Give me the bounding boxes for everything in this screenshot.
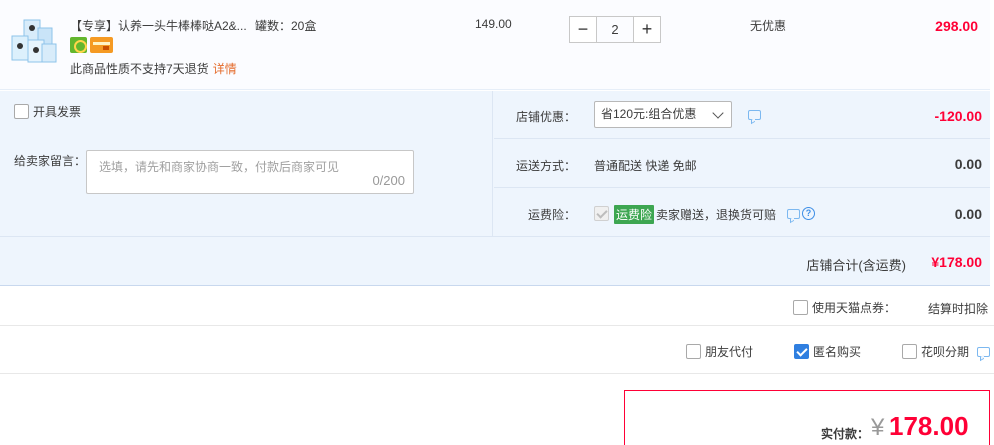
shop-total-label: 店铺合计(含运费) bbox=[806, 258, 906, 273]
insurance-row: 运费险： 运费险 卖家赠送，退换货可赔 ? 0.00 bbox=[494, 189, 990, 236]
friend-pay-checkbox[interactable] bbox=[686, 344, 701, 359]
payment-label: 实付款： bbox=[821, 427, 870, 441]
payment-amount: 178.00 bbox=[889, 411, 969, 441]
payment-summary: 实付款： ¥ 178.00 bbox=[624, 390, 990, 445]
tmall-badge-icon bbox=[70, 37, 87, 53]
seller-message-input[interactable]: 选填，请先和商家协商一致，付款后商家可见 0/200 bbox=[86, 150, 414, 194]
shop-discount-label: 店铺优惠： bbox=[515, 110, 576, 124]
shipping-row: 运送方式： 普通配送 快递 免邮 0.00 bbox=[494, 140, 990, 188]
shop-discount-amount: -120.00 bbox=[934, 108, 982, 124]
return-policy-text: 此商品性质不支持7天退货 bbox=[70, 62, 209, 76]
unit-price: 149.00 bbox=[475, 17, 512, 31]
shop-discount-selected: 省120元:组合优惠 bbox=[601, 107, 697, 121]
return-policy-note: 此商品性质不支持7天退货 详情 bbox=[70, 60, 237, 77]
anonymous-option[interactable]: 匿名购买 bbox=[794, 343, 861, 360]
details-link[interactable]: 详情 bbox=[213, 62, 237, 76]
invoice-option[interactable]: 开具发票 bbox=[14, 103, 81, 120]
help-icon[interactable]: ? bbox=[802, 207, 815, 220]
shipping-amount: 0.00 bbox=[954, 156, 982, 172]
product-spec: 罐数：20盒 bbox=[255, 19, 317, 33]
increase-quantity-button[interactable]: + bbox=[633, 16, 661, 43]
shop-total-row: 店铺合计(含运费) ¥178.00 bbox=[0, 236, 990, 286]
message-placeholder: 选填，请先和商家协商一致，付款后商家可见 bbox=[99, 160, 340, 174]
insurance-label: 运费险： bbox=[527, 208, 576, 222]
invoice-label: 开具发票 bbox=[33, 105, 82, 119]
message-char-count: 0/200 bbox=[372, 173, 405, 188]
product-row: 【专享】认养一头牛棒棒哒A2&... 罐数：20盒 此商品性质不支持7天退货 详情… bbox=[0, 0, 990, 90]
shop-discount-select[interactable]: 省120元:组合优惠 bbox=[594, 101, 732, 128]
huabei-checkbox[interactable] bbox=[902, 344, 917, 359]
friend-pay-label: 朋友代付 bbox=[705, 345, 754, 359]
shop-total-value: ¥178.00 bbox=[931, 254, 982, 270]
huabei-option[interactable]: 花呗分期 bbox=[902, 343, 969, 360]
quantity-input[interactable]: 2 bbox=[597, 16, 633, 43]
huabei-label: 花呗分期 bbox=[921, 345, 970, 359]
insurance-checkbox bbox=[594, 206, 609, 221]
currency-symbol: ¥ bbox=[871, 414, 885, 441]
points-row: 使用天猫点券： 结算时扣除 bbox=[0, 287, 994, 326]
order-info-left: 开具发票 给卖家留言： 选填，请先和商家协商一致，付款后商家可见 0/200 bbox=[0, 91, 493, 236]
chevron-down-icon bbox=[712, 107, 724, 119]
anonymous-label: 匿名购买 bbox=[813, 345, 862, 359]
points-checkbox[interactable] bbox=[793, 300, 808, 315]
chat-icon[interactable] bbox=[787, 209, 800, 219]
message-label: 给卖家留言： bbox=[14, 154, 87, 168]
insurance-text: 卖家赠送，退换货可赔 bbox=[656, 208, 777, 222]
decrease-quantity-button[interactable]: − bbox=[569, 16, 597, 43]
anonymous-checkbox[interactable] bbox=[794, 344, 809, 359]
insurance-amount: 0.00 bbox=[954, 206, 982, 222]
chat-icon[interactable] bbox=[748, 110, 761, 120]
points-note: 结算时扣除 bbox=[928, 302, 989, 316]
payment-options-row: 朋友代付 匿名购买 花呗分期 bbox=[0, 327, 994, 374]
shop-discount-row: 店铺优惠： 省120元:组合优惠 -120.00 bbox=[494, 91, 990, 139]
insurance-tag: 运费险 bbox=[614, 205, 655, 224]
friend-pay-option[interactable]: 朋友代付 bbox=[686, 343, 753, 360]
order-info-panel: 开具发票 给卖家留言： 选填，请先和商家协商一致，付款后商家可见 0/200 店… bbox=[0, 91, 990, 286]
shipping-label: 运送方式： bbox=[515, 159, 576, 173]
product-title[interactable]: 【专享】认养一头牛棒棒哒A2&... bbox=[70, 17, 247, 34]
credit-card-icon bbox=[90, 37, 113, 53]
item-discount: 无优惠 bbox=[750, 19, 787, 33]
chat-icon[interactable] bbox=[977, 347, 990, 357]
invoice-checkbox[interactable] bbox=[14, 104, 29, 119]
line-total: 298.00 bbox=[935, 18, 978, 34]
shipping-method[interactable]: 普通配送 快递 免邮 bbox=[594, 157, 697, 174]
use-points-option[interactable]: 使用天猫点券： bbox=[793, 299, 896, 316]
product-thumbnail[interactable] bbox=[10, 18, 58, 64]
quantity-stepper: − 2 + bbox=[569, 16, 661, 43]
points-label: 使用天猫点券： bbox=[812, 301, 897, 315]
